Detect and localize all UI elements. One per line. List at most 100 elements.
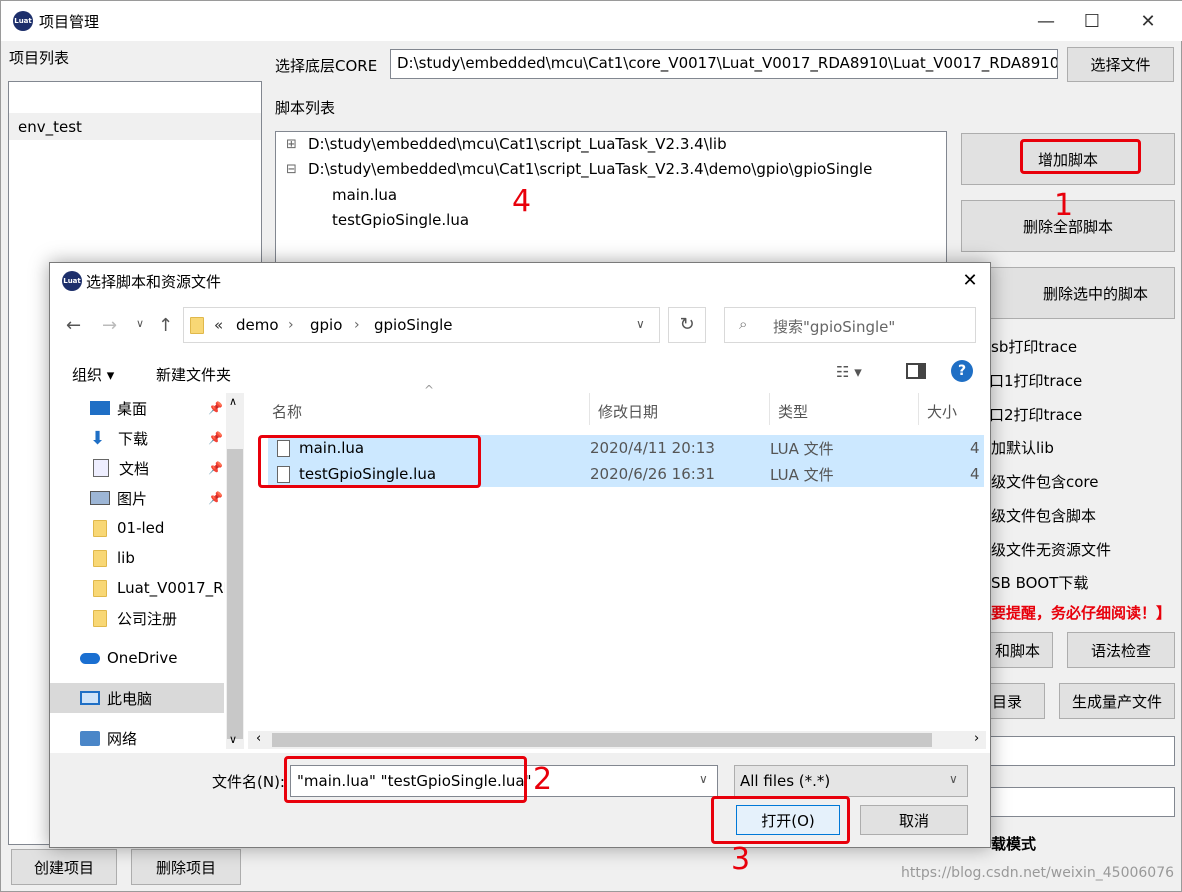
search-box[interactable]: ⌕ 搜索"gpioSingle" [724,307,976,343]
file-type-dropdown-icon[interactable]: ∨ [949,772,958,786]
option-no-resource[interactable]: 级文件无资源文件 [991,539,1111,560]
address-bar[interactable]: « demo › gpio › gpioSingle ∨ [183,307,660,343]
script-file-item[interactable]: main.lua [332,186,397,204]
annotation-box-files [258,435,481,488]
cloud-icon [80,652,100,664]
warning-text: 要提醒，务必仔细阅读！】 [991,604,1172,622]
status-field-1 [961,736,1175,766]
new-folder-button[interactable]: 新建文件夹 [156,364,231,385]
core-path-input[interactable]: D:\study\embedded\mcu\Cat1\core_V0017\Lu… [390,49,1058,79]
cancel-button[interactable]: 取消 [860,805,968,835]
script-folder-label: D:\study\embedded\mcu\Cat1\script_LuaTas… [308,135,727,153]
generate-production-button[interactable]: 生成量产文件 [1059,683,1175,719]
choose-file-button[interactable]: 选择文件 [1067,47,1174,82]
script-folder-gpio[interactable]: ⊟ D:\study\embedded\mcu\Cat1\script_LuaT… [286,160,872,178]
annotation-box-1 [1020,139,1141,174]
pin-icon: 📌 [208,461,223,475]
option-include-script[interactable]: 级文件包含脚本 [991,505,1096,526]
folder-icon [93,579,107,597]
column-size[interactable]: 大小 [927,401,957,422]
recent-dropdown-icon[interactable]: ∨ [136,317,144,330]
navigation-pane: ∧ ∨ 桌面 ⬇ 下载 文档 图片 📌 📌 📌 📌 01-led lib Lua… [50,393,246,749]
watermark: https://blog.csdn.net/weixin_45006076 [901,865,1175,881]
sort-icon: ^ [424,383,435,397]
option-default-lib[interactable]: 加默认lib [991,437,1054,458]
pin-icon: 📌 [208,431,223,445]
breadcrumb-gpio[interactable]: gpio [310,316,342,334]
nav-item-downloads[interactable]: ⬇ 下载 [90,423,148,453]
column-type[interactable]: 类型 [778,401,808,422]
organize-menu[interactable]: 组织 ▾ [72,364,114,385]
breadcrumb-demo[interactable]: demo [236,316,279,334]
file-type-select[interactable]: All files (*.*) ∨ [734,765,968,797]
annotation-box-filename [284,756,527,803]
app-logo: Luat [13,11,33,31]
network-icon [80,730,100,746]
dialog-title: 选择脚本和资源文件 [86,273,222,291]
option-include-core[interactable]: 级文件包含core [991,471,1099,492]
collapse-icon[interactable]: ⊟ [286,162,308,177]
file-size: 4 [970,439,980,457]
address-dropdown-icon[interactable]: ∨ [636,317,645,331]
scroll-right-icon[interactable]: › [974,731,979,746]
nav-item-folder[interactable]: 01-led [93,513,164,543]
scroll-up-icon[interactable]: ∧ [229,395,237,408]
forward-arrow-icon[interactable]: → [102,315,117,336]
nav-scrollbar-thumb[interactable] [227,449,243,739]
option-uart2-trace[interactable]: 口2打印trace [989,404,1082,425]
nav-item-network[interactable]: 网络 [80,723,137,753]
nav-item-this-pc[interactable]: 此电脑 [80,683,152,713]
folder-icon [93,549,107,567]
create-project-button[interactable]: 创建项目 [11,849,117,885]
folder-icon [93,609,107,627]
script-folder-lib[interactable]: ⊞ D:\study\embedded\mcu\Cat1\script_LuaT… [286,135,727,153]
nav-item-folder[interactable]: Luat_V0017_RD [93,573,225,603]
status-field-2 [961,787,1175,817]
help-icon[interactable]: ? [951,360,973,382]
window-title: 项目管理 [39,13,100,31]
computer-icon [80,691,100,705]
breadcrumb-overflow[interactable]: « [214,316,223,334]
nav-item-pictures[interactable]: 图片 [90,483,147,513]
search-icon: ⌕ [739,315,748,333]
column-name[interactable]: 名称 [272,401,302,422]
nav-item-documents[interactable]: 文档 [90,453,149,483]
hscrollbar-thumb[interactable] [272,733,932,747]
expand-icon[interactable]: ⊞ [286,137,308,152]
annotation-box-open [711,796,850,844]
scroll-left-icon[interactable]: ‹ [256,731,261,746]
preview-pane-icon[interactable] [906,363,926,379]
maximize-button[interactable]: ☐ [1069,1,1115,41]
filename-dropdown-icon[interactable]: ∨ [699,772,708,786]
nav-item-desktop[interactable]: 桌面 [90,393,147,423]
script-file-item[interactable]: testGpioSingle.lua [332,211,469,229]
search-placeholder: 搜索"gpioSingle" [773,318,896,336]
file-date: 2020/4/11 20:13 [590,439,715,457]
nav-item-onedrive[interactable]: OneDrive [80,643,178,673]
file-type: LUA 文件 [770,465,834,484]
nav-item-folder[interactable]: lib [93,543,135,573]
refresh-icon[interactable]: ↻ [668,307,706,343]
pin-icon: 📌 [208,491,223,505]
project-item-label: env_test [18,118,82,136]
breadcrumb-gpiosingle[interactable]: gpioSingle [374,316,453,334]
back-arrow-icon[interactable]: ← [66,315,81,336]
column-date[interactable]: 修改日期 [598,401,658,422]
file-date: 2020/6/26 16:31 [590,465,715,483]
scroll-down-icon[interactable]: ∨ [229,733,237,746]
core-label: 选择底层CORE [275,57,378,75]
up-arrow-icon[interactable]: ↑ [158,315,173,336]
delete-project-button[interactable]: 删除项目 [131,849,241,885]
view-options-icon[interactable]: ☷ ▾ [836,363,862,381]
nav-item-folder[interactable]: 公司注册 [93,603,177,633]
option-usb-trace[interactable]: sb打印trace [991,336,1077,357]
syntax-check-button[interactable]: 语法检查 [1067,632,1175,668]
delete-selected-script-button[interactable]: 删除选中的脚本 [961,267,1175,319]
minimize-button[interactable]: — [1023,1,1069,41]
option-usb-boot[interactable]: SB BOOT下载 [991,572,1088,593]
file-list-hscrollbar[interactable]: ‹ › [248,731,986,749]
close-button[interactable]: ✕ [1125,1,1171,41]
project-item[interactable]: env_test [9,113,261,140]
dialog-close-button[interactable]: ✕ [952,267,988,295]
option-uart1-trace[interactable]: 口1打印trace [989,370,1082,391]
